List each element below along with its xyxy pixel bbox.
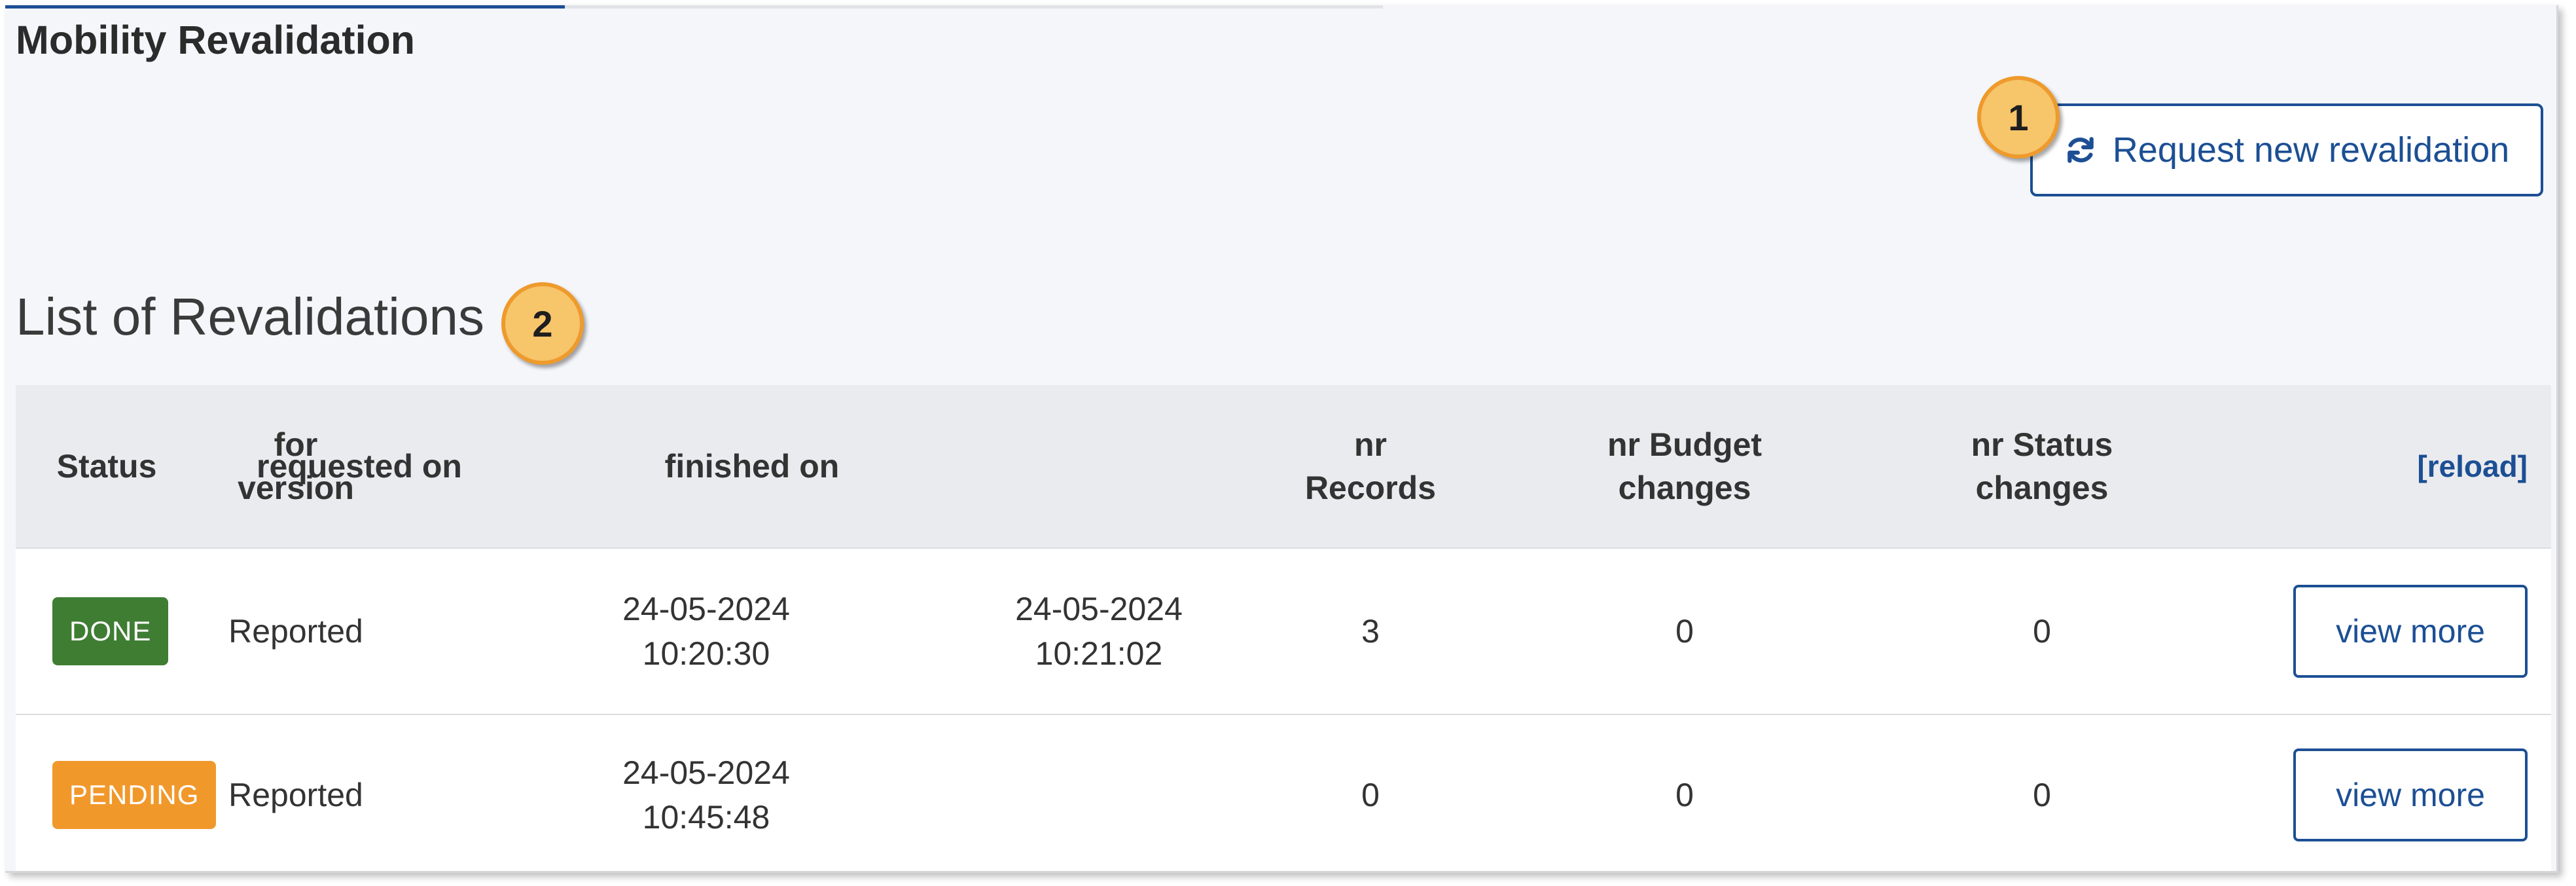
page-title: Mobility Revalidation — [16, 18, 416, 62]
for-version-cell: Reported — [228, 777, 363, 813]
requested-on-cell: 24-05-2024 10:20:30 — [622, 591, 790, 672]
status-badge-pending: PENDING — [52, 761, 217, 829]
view-more-button[interactable]: view more — [2293, 748, 2528, 841]
column-header-nr-records: nr Records — [1304, 426, 1437, 506]
table-header: Status for version requested on finished… — [16, 385, 2551, 549]
nr-status-changes-cell: 0 — [2033, 613, 2051, 650]
request-button-label: Request new revalidation — [2112, 130, 2510, 170]
finished-on-cell: 24-05-2024 10:21:02 — [1015, 591, 1183, 672]
nr-records-cell: 0 — [1361, 777, 1380, 813]
nr-budget-changes-cell: 0 — [1675, 777, 1694, 813]
status-cell: PENDING — [52, 715, 217, 871]
section-title: List of Revalidations — [16, 287, 484, 346]
requested-on-cell: 24-05-2024 10:45:48 — [622, 754, 790, 836]
view-more-button[interactable]: view more — [2293, 585, 2528, 678]
table-row: DONE Reported 24-05-2024 10:20:30 24-05-… — [16, 549, 2551, 715]
status-cell: DONE — [52, 549, 169, 714]
column-header-requested-on: requested on — [257, 448, 462, 485]
active-tab-indicator — [5, 5, 565, 9]
request-new-revalidation-button[interactable]: Request new revalidation — [2030, 103, 2543, 196]
nr-budget-changes-cell: 0 — [1675, 613, 1694, 650]
column-header-status: Status — [56, 448, 157, 485]
nr-status-changes-cell: 0 — [2033, 777, 2051, 813]
refresh-icon — [2064, 134, 2097, 166]
table-row: PENDING Reported 24-05-2024 10:45:48 0 0… — [16, 715, 2551, 871]
revalidation-panel: Mobility Revalidation Request new revali… — [5, 5, 2558, 873]
callout-marker-1: 1 — [1977, 76, 2060, 158]
finished-on-cell — [984, 715, 1213, 871]
action-cell: view more — [2280, 549, 2528, 714]
revalidations-table: Status for version requested on finished… — [16, 385, 2551, 871]
column-header-nr-budget-changes: nr Budget changes — [1607, 426, 1762, 506]
for-version-cell: Reported — [228, 613, 363, 650]
status-badge-done: DONE — [52, 597, 169, 665]
nr-records-cell: 3 — [1361, 613, 1380, 650]
action-cell: view more — [2280, 715, 2528, 871]
column-header-finished-on: finished on — [664, 448, 840, 485]
callout-marker-2: 2 — [501, 282, 584, 365]
reload-link[interactable]: [reload] — [2417, 445, 2528, 488]
column-header-actions: [reload] — [2267, 385, 2528, 547]
column-header-nr-status-changes: nr Status changes — [1971, 426, 2113, 506]
